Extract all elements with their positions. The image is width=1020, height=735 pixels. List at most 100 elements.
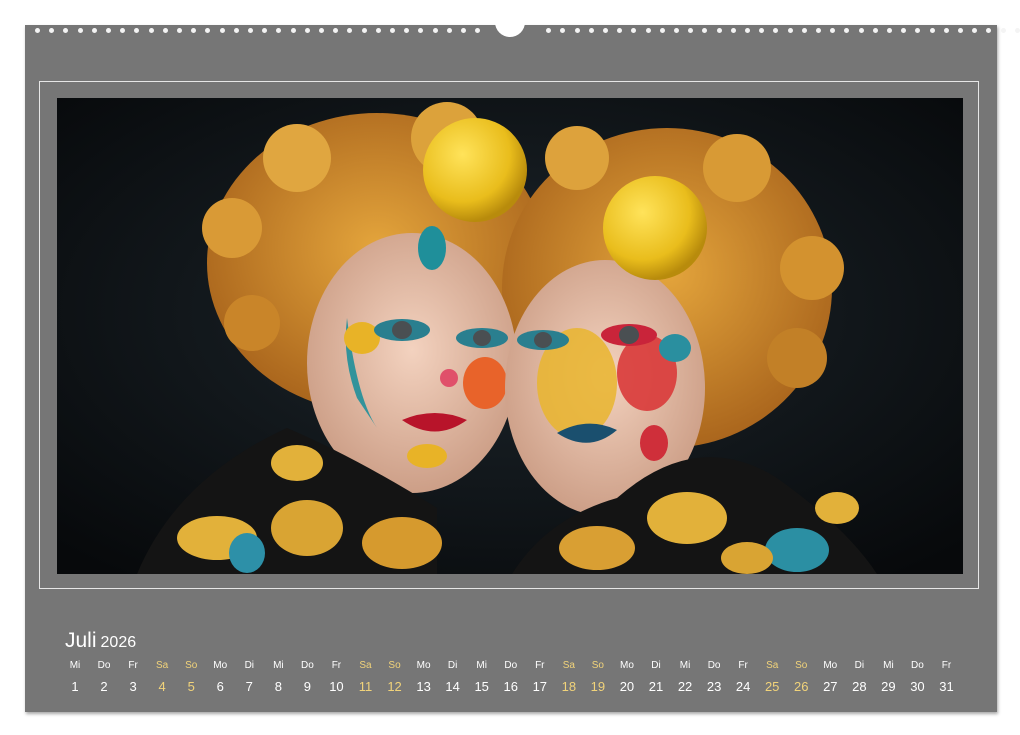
- binding-hole: [49, 28, 54, 33]
- weekday-label: Fr: [526, 660, 554, 672]
- day-number: 6: [206, 679, 234, 695]
- weekday-label: Mi: [468, 660, 496, 672]
- weekday-label: Sa: [352, 660, 380, 672]
- day-number: 15: [468, 679, 496, 695]
- day-cell: Di 7: [235, 660, 263, 695]
- day-cell: Sa 25: [758, 660, 786, 695]
- binding-hole: [972, 28, 977, 33]
- day-number: 22: [671, 679, 699, 695]
- weekday-label: Do: [90, 660, 118, 672]
- binding-hole: [333, 28, 338, 33]
- day-number: 30: [903, 679, 931, 695]
- day-number: 29: [874, 679, 902, 695]
- day-number: 5: [177, 679, 205, 695]
- weekday-label: Di: [642, 660, 670, 672]
- day-cell: Do 23: [700, 660, 728, 695]
- day-number: 16: [497, 679, 525, 695]
- binding-hole: [646, 28, 651, 33]
- binding-hole: [546, 28, 551, 33]
- weekday-label: Fr: [119, 660, 147, 672]
- day-cell: Sa4: [148, 660, 176, 695]
- day-cell: Fr10: [322, 660, 350, 695]
- day-cell: Mi22: [671, 660, 699, 695]
- day-cell: Mo27: [816, 660, 844, 695]
- binding-hole: [92, 28, 97, 33]
- binding-hole: [887, 28, 892, 33]
- day-cell: Do 30: [903, 660, 931, 695]
- binding-hole: [986, 28, 991, 33]
- binding-hole: [376, 28, 381, 33]
- day-cell: Do9: [293, 660, 321, 695]
- binding-hole: [589, 28, 594, 33]
- day-cell: Di28: [845, 660, 873, 695]
- binding-hole: [447, 28, 452, 33]
- weekday-label: Di: [235, 660, 263, 672]
- day-number: 28: [845, 679, 873, 695]
- weekday-label: Mi: [874, 660, 902, 672]
- binding-hole: [78, 28, 83, 33]
- clown-portrait-photo: [57, 98, 963, 574]
- binding-hole: [560, 28, 565, 33]
- day-cell: Fr17: [526, 660, 554, 695]
- binding-hole: [63, 28, 68, 33]
- weekday-label: Di: [439, 660, 467, 672]
- day-number: 11: [352, 679, 380, 695]
- binding-hole: [276, 28, 281, 33]
- binding-hole: [702, 28, 707, 33]
- binding-hole: [461, 28, 466, 33]
- binding-hole: [134, 28, 139, 33]
- day-cell: Di 14: [439, 660, 467, 695]
- weekday-label: Do: [293, 660, 321, 672]
- weekday-label: Mi: [264, 660, 292, 672]
- binding-hole: [873, 28, 878, 33]
- binding-hole: [433, 28, 438, 33]
- binding-hole: [291, 28, 296, 33]
- binding-hole: [35, 28, 40, 33]
- weekday-label: Sa: [758, 660, 786, 672]
- binding-hole: [248, 28, 253, 33]
- binding-hole: [347, 28, 352, 33]
- binding-hole: [816, 28, 821, 33]
- weekday-label: So: [584, 660, 612, 672]
- day-number: 31: [933, 679, 961, 695]
- binding-hole: [773, 28, 778, 33]
- day-number: 13: [410, 679, 438, 695]
- day-cell: So 26: [787, 660, 815, 695]
- binding-hole: [163, 28, 168, 33]
- binding-hole: [319, 28, 324, 33]
- binding-hole: [149, 28, 154, 33]
- day-number: 23: [700, 679, 728, 695]
- day-number: 21: [642, 679, 670, 695]
- weekday-label: Mi: [61, 660, 89, 672]
- weekday-label: Do: [903, 660, 931, 672]
- day-number: 26: [787, 679, 815, 695]
- binding-hole: [262, 28, 267, 33]
- binding-hole: [191, 28, 196, 33]
- day-cell: Sa18: [555, 660, 583, 695]
- day-number: 7: [235, 679, 263, 695]
- binding-hole: [745, 28, 750, 33]
- day-cell: Mo 13: [410, 660, 438, 695]
- day-number: 2: [90, 679, 118, 695]
- weekday-label: Sa: [148, 660, 176, 672]
- day-cell: Mi 29: [874, 660, 902, 695]
- binding-hole: [830, 28, 835, 33]
- binding-hole: [901, 28, 906, 33]
- binding-hole: [915, 28, 920, 33]
- day-number: 10: [322, 679, 350, 695]
- weekday-label: So: [787, 660, 815, 672]
- day-cell: Fr31: [933, 660, 961, 695]
- weekday-label: Sa: [555, 660, 583, 672]
- day-number: 19: [584, 679, 612, 695]
- weekday-label: Mo: [613, 660, 641, 672]
- weekday-label: Do: [700, 660, 728, 672]
- binding-hole: [106, 28, 111, 33]
- day-number: 14: [439, 679, 467, 695]
- binding-hole: [220, 28, 225, 33]
- weekday-label: So: [381, 660, 409, 672]
- binding-hole: [674, 28, 679, 33]
- binding-hole: [802, 28, 807, 33]
- day-number: 25: [758, 679, 786, 695]
- binding-hole: [603, 28, 608, 33]
- weekday-label: Mo: [410, 660, 438, 672]
